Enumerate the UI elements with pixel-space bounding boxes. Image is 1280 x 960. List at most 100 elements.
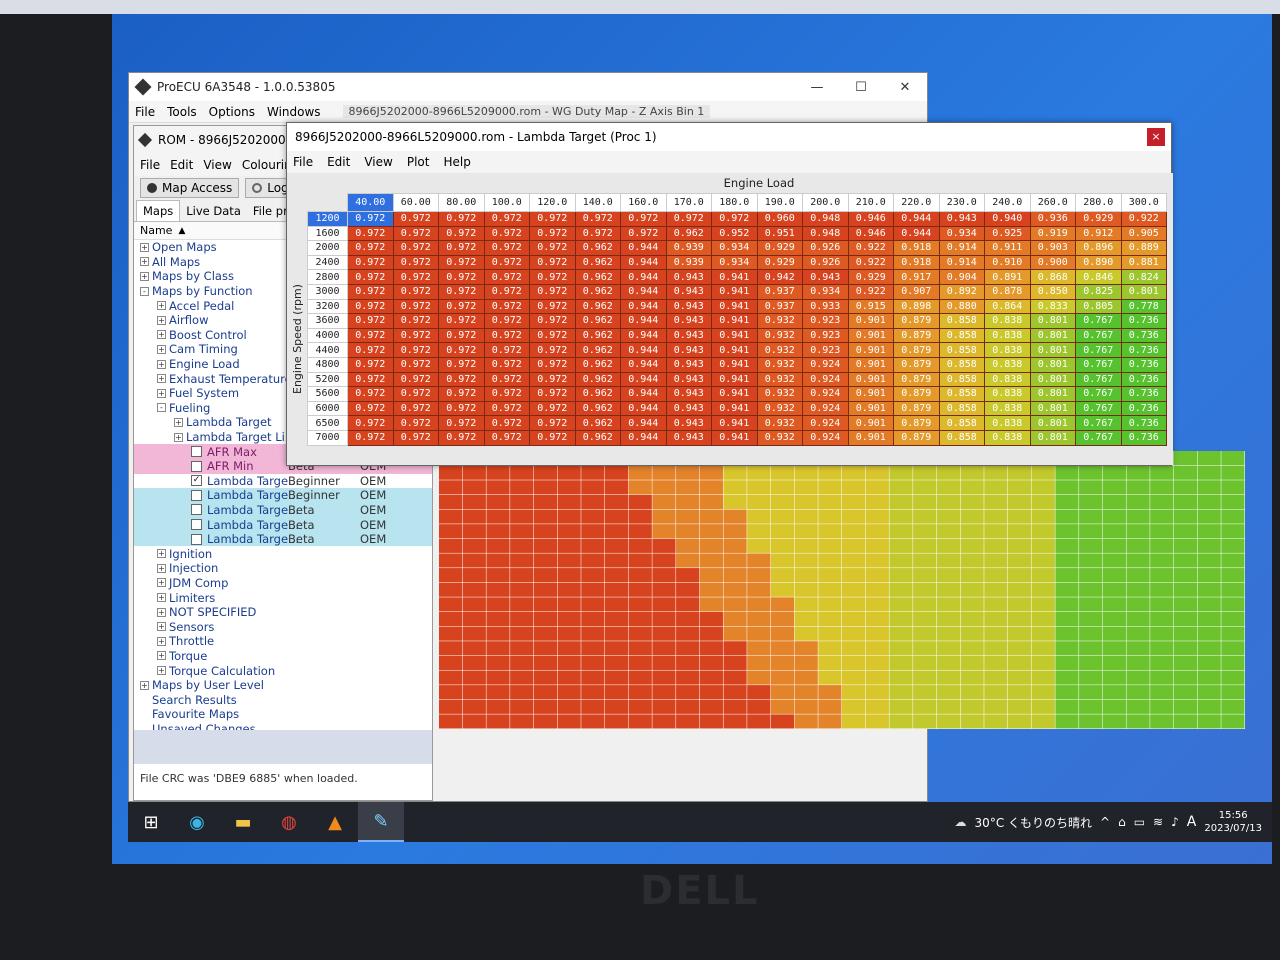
lambda-cell[interactable]: 0.943 (665, 356, 712, 373)
lambda-cell[interactable]: 0.972 (620, 225, 667, 242)
lambda-cell[interactable]: 0.944 (893, 211, 940, 227)
lambda-cell[interactable]: 0.801 (1120, 283, 1167, 300)
lambda-cell[interactable]: 0.881 (1120, 254, 1167, 271)
lambda-cell[interactable]: 0.858 (938, 415, 985, 431)
tree-item[interactable]: Favourite Maps (134, 707, 432, 722)
lambda-cell[interactable]: 0.972 (529, 415, 576, 431)
lambda-cell[interactable]: 0.944 (620, 356, 667, 373)
collapse-icon[interactable]: - (157, 403, 166, 413)
expand-icon[interactable]: + (140, 680, 149, 690)
lambda-cell[interactable]: 0.972 (392, 211, 439, 227)
lambda-cell[interactable]: 0.972 (574, 225, 621, 242)
lambda-cell[interactable]: 0.918 (893, 240, 940, 256)
lambda-cell[interactable]: 0.901 (847, 356, 894, 373)
lambda-cell[interactable]: 0.972 (529, 386, 576, 402)
lambda-cell[interactable]: 0.890 (1075, 254, 1122, 271)
lambda-cell[interactable]: 0.929 (756, 254, 803, 271)
lambda-cell[interactable]: 0.932 (756, 386, 803, 402)
lambda-cell[interactable]: 0.932 (756, 371, 803, 388)
lambda-cell[interactable]: 0.941 (711, 283, 758, 300)
lambda-cell[interactable]: 0.948 (802, 211, 849, 227)
lambda-cell[interactable]: 0.972 (392, 400, 439, 417)
lambda-cell[interactable]: 0.962 (574, 415, 621, 431)
lambda-cell[interactable]: 0.972 (483, 254, 530, 271)
menu-tools[interactable]: Tools (167, 105, 197, 119)
lambda-cell[interactable]: 0.972 (347, 211, 394, 227)
lambda-cell[interactable]: 0.767 (1075, 400, 1122, 417)
x-axis-header[interactable]: 40.00 (347, 193, 394, 212)
menu-options[interactable]: Options (209, 105, 255, 119)
lambda-cell[interactable]: 0.952 (711, 225, 758, 242)
lambda-cell[interactable]: 0.962 (574, 429, 621, 446)
lambda-cell[interactable]: 0.880 (938, 298, 985, 315)
x-axis-header[interactable]: 120.0 (529, 193, 576, 212)
lambda-cell[interactable]: 0.901 (847, 429, 894, 446)
lambda-cell[interactable]: 0.858 (938, 400, 985, 417)
lambda-cell[interactable]: 0.825 (1075, 283, 1122, 300)
lambda-cell[interactable]: 0.833 (1029, 298, 1076, 315)
lambda-cell[interactable]: 0.838 (984, 371, 1031, 388)
lambda-cell[interactable]: 0.934 (711, 240, 758, 256)
lambda-cell[interactable]: 0.972 (347, 225, 394, 242)
lambda-cell[interactable]: 0.879 (893, 386, 940, 402)
minimize-button[interactable]: — (795, 80, 839, 95)
vlc-icon[interactable]: ▲ (312, 802, 358, 842)
lambda-cell[interactable]: 0.972 (347, 240, 394, 256)
lambda-cell[interactable]: 0.805 (1075, 298, 1122, 315)
close-button[interactable]: ✕ (883, 80, 927, 95)
lambda-cell[interactable]: 0.972 (483, 225, 530, 242)
x-axis-header[interactable]: 230.0 (938, 193, 985, 212)
lambda-cell[interactable]: 0.924 (802, 415, 849, 431)
lambda-cell[interactable]: 0.736 (1120, 386, 1167, 402)
y-axis-header[interactable]: 1600 (307, 225, 348, 242)
lambda-cell[interactable]: 0.972 (438, 211, 485, 227)
lambda-cell[interactable]: 0.736 (1120, 327, 1167, 344)
expand-icon[interactable]: + (157, 593, 166, 603)
lambda-cell[interactable]: 0.879 (893, 342, 940, 358)
lambda-cell[interactable]: 0.972 (347, 283, 394, 300)
y-axis-header[interactable]: 5200 (307, 371, 348, 388)
lambda-cell[interactable]: 0.972 (483, 371, 530, 388)
lambda-cell[interactable]: 0.901 (847, 327, 894, 344)
lambda-cell[interactable]: 0.922 (847, 283, 894, 300)
chrome-icon[interactable]: ◍ (266, 802, 312, 842)
lambda-cell[interactable]: 0.838 (984, 356, 1031, 373)
lambda-cell[interactable]: 0.879 (893, 313, 940, 329)
lambda-cell[interactable]: 0.946 (847, 225, 894, 242)
lambda-cell[interactable]: 0.943 (665, 313, 712, 329)
battery-icon[interactable]: ▭ (1134, 815, 1145, 829)
lambda-cell[interactable]: 0.951 (756, 225, 803, 242)
lambda-cell[interactable]: 0.972 (347, 400, 394, 417)
lambda-cell[interactable]: 0.901 (847, 342, 894, 358)
rom-menu-file[interactable]: File (140, 158, 160, 172)
lambda-cell[interactable]: 0.972 (438, 429, 485, 446)
x-axis-header[interactable]: 100.0 (483, 193, 530, 212)
lambda-cell[interactable]: 0.934 (938, 225, 985, 242)
lambda-cell[interactable]: 0.972 (392, 240, 439, 256)
lambda-cell[interactable]: 0.972 (392, 327, 439, 344)
x-axis-header[interactable]: 80.00 (438, 193, 485, 212)
y-axis-header[interactable]: 2800 (307, 269, 348, 285)
tree-checkbox[interactable] (191, 489, 202, 501)
lambda-cell[interactable]: 0.944 (620, 254, 667, 271)
tree-item[interactable]: + Maps by User Level (134, 678, 432, 693)
x-axis-header[interactable]: 160.0 (620, 193, 667, 212)
lambda-cell[interactable]: 0.972 (347, 386, 394, 402)
lambda-cell[interactable]: 0.972 (438, 356, 485, 373)
x-axis-header[interactable]: 280.0 (1075, 193, 1122, 212)
lambda-cell[interactable]: 0.917 (893, 269, 940, 285)
x-axis-header[interactable]: 200.0 (802, 193, 849, 212)
lambda-cell[interactable]: 0.972 (483, 283, 530, 300)
lambda-cell[interactable]: 0.948 (802, 225, 849, 242)
lambda-cell[interactable]: 0.929 (847, 269, 894, 285)
lambda-cell[interactable]: 0.933 (802, 298, 849, 315)
y-axis-header[interactable]: 2000 (307, 240, 348, 256)
expand-icon[interactable]: + (140, 242, 149, 252)
tree-item[interactable]: Search Results (134, 692, 432, 707)
lambda-cell[interactable]: 0.962 (574, 400, 621, 417)
lambda-cell[interactable]: 0.838 (984, 429, 1031, 446)
lambda-cell[interactable]: 0.932 (756, 400, 803, 417)
lambda-cell[interactable]: 0.972 (529, 225, 576, 242)
expand-icon[interactable]: + (157, 607, 166, 617)
y-axis-header[interactable]: 3200 (307, 298, 348, 315)
